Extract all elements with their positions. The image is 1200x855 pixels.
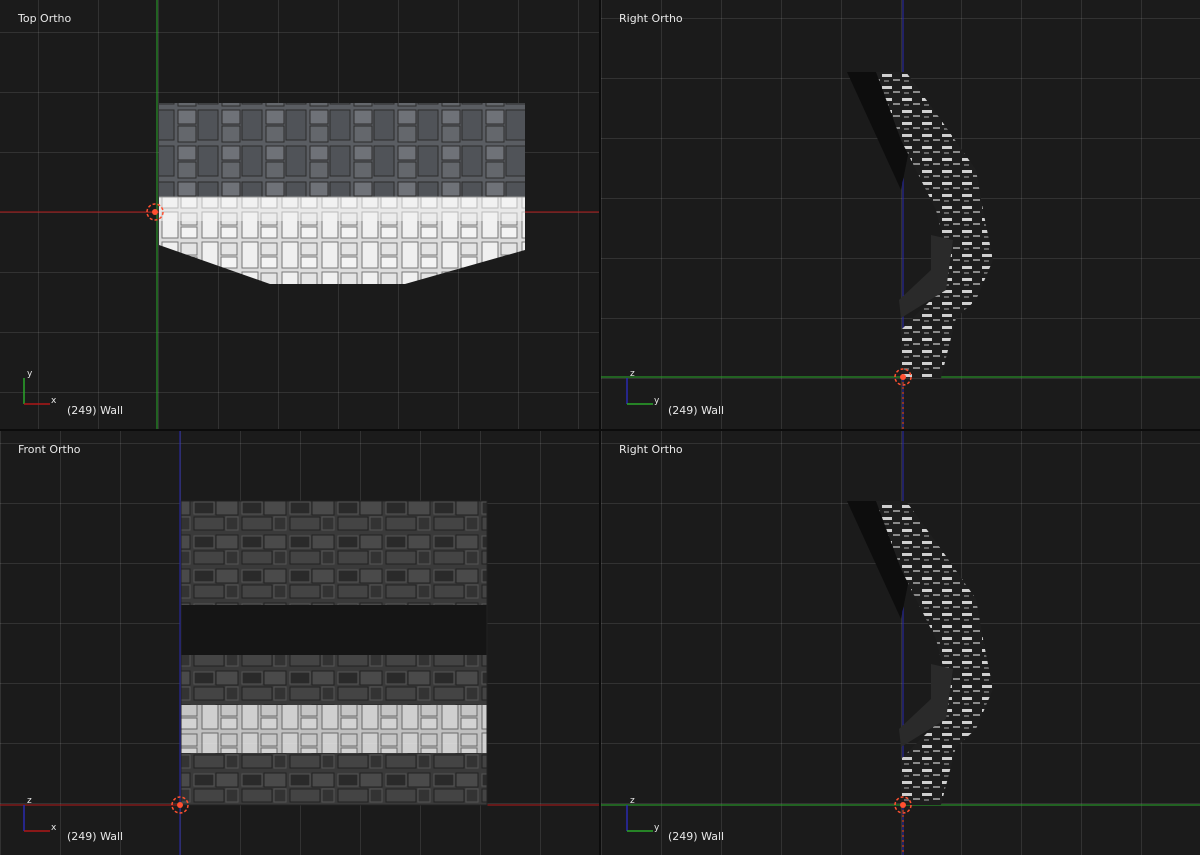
right-ortho-canvas[interactable]: z y [601, 0, 1200, 429]
gizmo-label-b: y [654, 823, 660, 833]
gizmo-label-a: y [27, 369, 33, 379]
right-ortho-canvas[interactable]: z y [601, 431, 1200, 855]
viewport-title: Right Ortho [619, 12, 683, 25]
axis-gizmo-icon: z y [626, 796, 660, 833]
gizmo-label-b: x [51, 823, 57, 833]
axis-gizmo-icon: y x [23, 369, 57, 406]
wall-mesh[interactable] [847, 501, 993, 805]
viewport-right-ortho[interactable]: z y Right Ortho (249) Wall [601, 431, 1200, 855]
viewport-front-ortho[interactable]: z x Front Ortho (249) Wall [0, 431, 599, 855]
gizmo-label-a: z [630, 796, 635, 806]
front-ortho-canvas[interactable]: z x [0, 431, 599, 855]
viewport-title: Right Ortho [619, 443, 683, 456]
wall-mesh[interactable] [847, 72, 993, 378]
viewport-right-ortho[interactable]: z y Right Ortho (249) Wall [601, 0, 1200, 429]
gizmo-label-b: y [654, 396, 660, 406]
wall-mesh[interactable] [180, 500, 488, 806]
gizmo-label-b: x [51, 396, 57, 406]
viewport-status: (249) Wall [67, 830, 124, 843]
gizmo-label-a: z [27, 796, 32, 806]
top-ortho-canvas[interactable]: y x [0, 0, 599, 429]
viewport-status: (249) Wall [668, 830, 725, 843]
viewport-top-ortho[interactable]: y x Top Ortho (249) Wall [0, 0, 599, 429]
viewport-status: (249) Wall [67, 404, 124, 417]
wall-mesh[interactable] [159, 103, 525, 284]
axis-gizmo-icon: z y [626, 369, 660, 406]
gizmo-label-a: z [630, 369, 635, 379]
viewport-title: Top Ortho [18, 12, 72, 25]
viewport-title: Front Ortho [18, 443, 81, 456]
viewport-status: (249) Wall [668, 404, 725, 417]
axis-gizmo-icon: z x [23, 796, 57, 833]
